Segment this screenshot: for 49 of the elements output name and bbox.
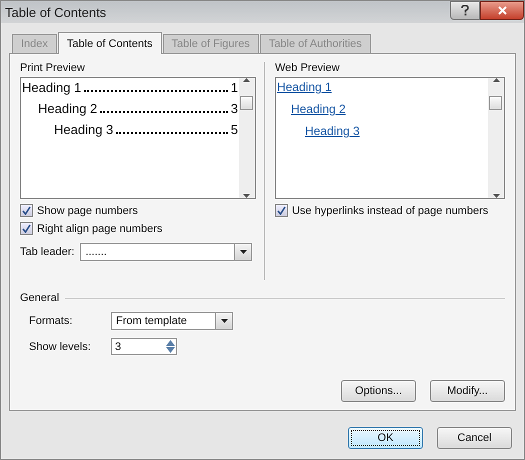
close-icon (498, 6, 506, 15)
close-button[interactable] (480, 1, 524, 20)
button[interactable]: Modify... (430, 380, 505, 402)
field-label: Show levels: (29, 340, 92, 352)
checkbox[interactable] (20, 204, 33, 217)
down-arrow-icon (492, 194, 500, 198)
dropdown-icon (240, 250, 247, 254)
down-arrow-icon (243, 194, 250, 198)
levels-spinner[interactable]: 3 (111, 338, 177, 355)
button[interactable]: Options... (341, 380, 416, 402)
scroll-bar[interactable] (488, 78, 504, 198)
page-number: 3 (230, 101, 238, 116)
scroll-thumb[interactable] (489, 96, 502, 110)
heading-link[interactable]: Heading 1 (276, 80, 332, 94)
heading-entry: Heading 2 (38, 101, 98, 116)
checkbox-label: Right align page numbers (37, 222, 162, 234)
dropdown-icon (220, 319, 228, 323)
scroll-bar[interactable] (238, 78, 255, 198)
help-button[interactable] (450, 1, 480, 20)
button[interactable]: OK (348, 427, 423, 449)
heading-entry: Heading 1 (22, 80, 82, 95)
field-label: Formats: (29, 315, 74, 327)
spin-down-icon (166, 347, 175, 353)
button[interactable]: Cancel (437, 427, 512, 449)
heading-link[interactable]: Heading 2 (290, 102, 346, 116)
section-label: General (20, 292, 60, 304)
checkbox-label: Use hyperlinks instead of page numbers (292, 204, 488, 216)
dropdown-button[interactable] (234, 244, 252, 260)
checkbox[interactable] (274, 204, 288, 217)
up-arrow-icon (492, 78, 500, 82)
up-arrow-icon (243, 78, 250, 82)
page-number: 1 (230, 80, 238, 95)
scroll-thumb[interactable] (240, 96, 253, 110)
tab-leader-dropdown[interactable]: ....... (80, 243, 252, 261)
page-number: 5 (230, 122, 238, 137)
heading-link[interactable]: Heading 3 (304, 124, 360, 138)
check-icon (276, 206, 286, 215)
formats-dropdown[interactable]: From template (111, 312, 233, 330)
checkbox[interactable] (20, 222, 33, 235)
checkbox-label: Show page numbers (37, 204, 138, 216)
heading-entry: Heading 3 (54, 122, 114, 137)
field-label: Tab leader: (20, 246, 74, 258)
dropdown-button[interactable] (215, 313, 232, 329)
spin-up-icon (166, 340, 175, 346)
help-icon (461, 5, 469, 16)
tab[interactable]: Table of Contents (58, 32, 162, 54)
section-label: Print Preview (20, 62, 86, 74)
section-label: Web Preview (274, 62, 341, 74)
window-title: Table of Contents (5, 4, 106, 20)
